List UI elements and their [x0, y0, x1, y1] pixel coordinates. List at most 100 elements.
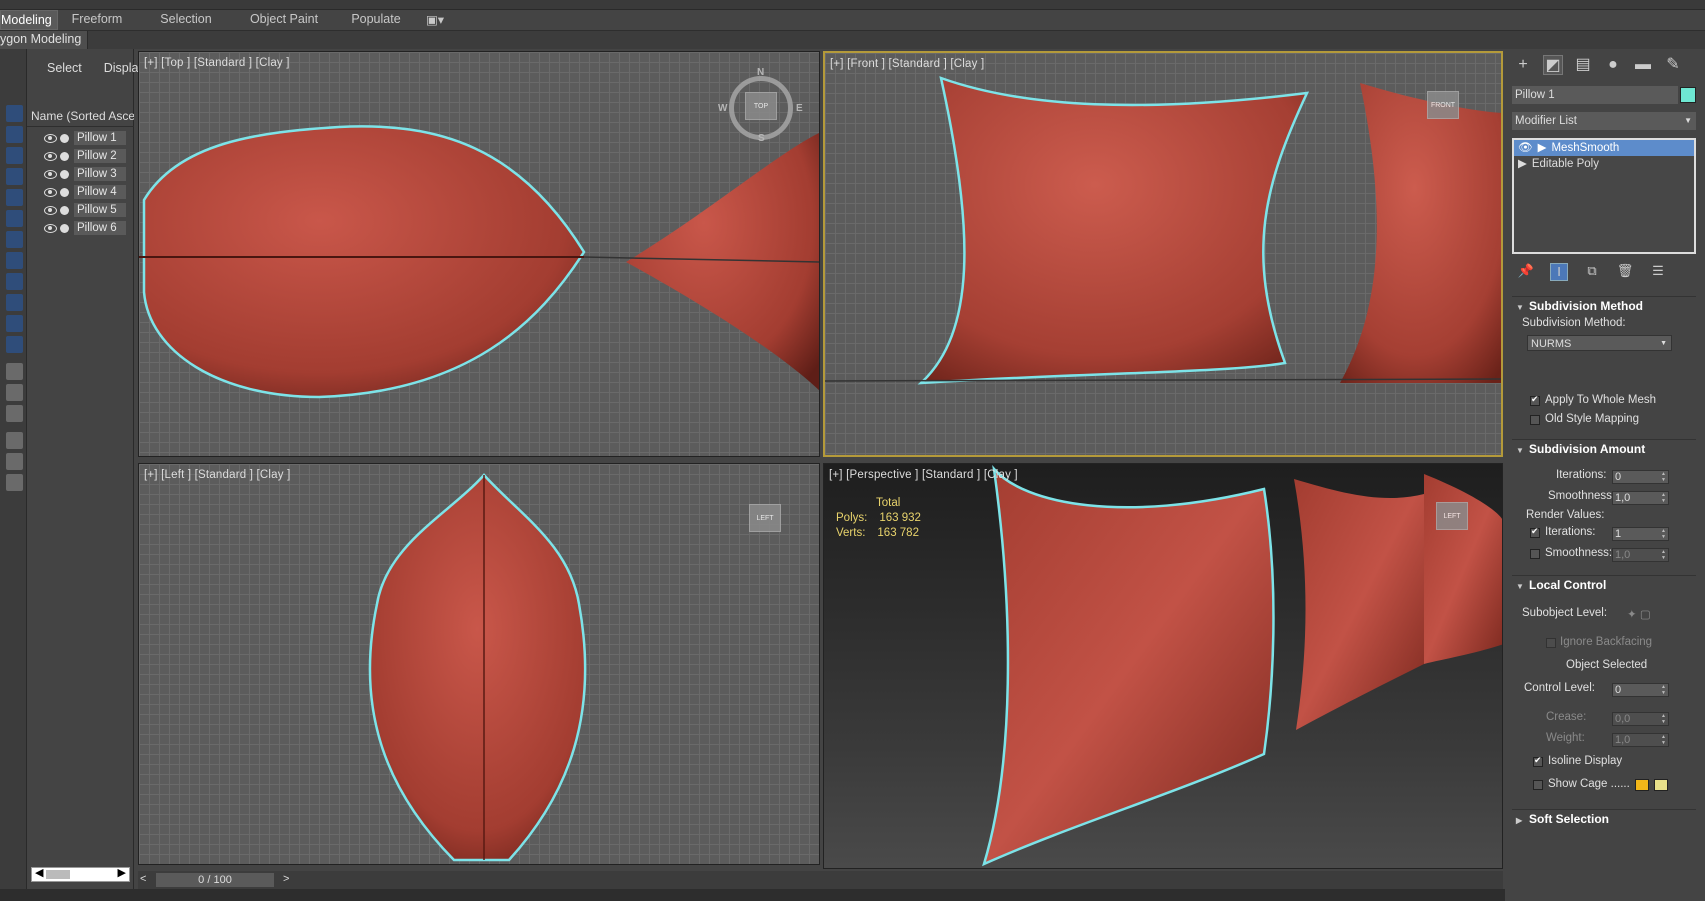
column-header-name[interactable]: Name (Sorted Ascen: [27, 109, 134, 127]
freeze-icon[interactable]: [60, 133, 69, 143]
viewcube-icon[interactable]: LEFT: [749, 504, 781, 532]
freeze-icon[interactable]: [60, 187, 69, 197]
viewport-front[interactable]: [+] [Front ] [Standard ] [Clay ] FRONT: [823, 51, 1503, 457]
viewcube-icon[interactable]: TOP: [745, 92, 777, 120]
display-containers-icon[interactable]: [6, 294, 23, 311]
cage-color-swatch[interactable]: [1635, 779, 1649, 791]
eye-icon[interactable]: 👁: [1518, 140, 1533, 156]
object-name[interactable]: Pillow 3: [74, 167, 126, 181]
crease-spinner[interactable]: 0,0: [1612, 712, 1669, 726]
tab-modeling[interactable]: Modeling: [0, 10, 58, 30]
modify-tab-icon[interactable]: ◩: [1543, 55, 1563, 75]
tab-object-paint[interactable]: Object Paint: [236, 10, 332, 30]
object-name[interactable]: Pillow 1: [74, 131, 126, 145]
scroll-thumb[interactable]: [46, 870, 70, 879]
freeze-icon[interactable]: [60, 205, 69, 215]
object-name[interactable]: Pillow 2: [74, 149, 126, 163]
object-name[interactable]: Pillow 5: [74, 203, 126, 217]
tab-populate[interactable]: Populate: [332, 10, 420, 30]
viewport-label[interactable]: [+] [Perspective ] [Standard ] [Clay ]: [829, 469, 1018, 481]
rollout-subdivision-amount[interactable]: ▼ Subdivision Amount: [1512, 439, 1696, 457]
pillow-shape[interactable]: [368, 473, 587, 862]
list-item[interactable]: Pillow 5: [43, 201, 134, 219]
menu-select[interactable]: Select: [47, 61, 82, 75]
isoline-display-checkbox[interactable]: [1533, 755, 1543, 767]
show-cage-checkbox[interactable]: [1533, 780, 1543, 790]
tab-selection[interactable]: Selection: [136, 10, 236, 30]
motion-tab-icon[interactable]: ●: [1603, 55, 1623, 75]
stack-item-editable-poly[interactable]: ▶ Editable Poly: [1514, 156, 1694, 172]
pillow-shape[interactable]: [1294, 479, 1424, 730]
smoothness-spinner[interactable]: 1,0: [1612, 491, 1669, 505]
display-hidden-icon[interactable]: [6, 336, 23, 353]
object-name[interactable]: Pillow 6: [74, 221, 126, 235]
apply-whole-mesh-checkbox[interactable]: [1530, 394, 1540, 406]
control-level-spinner[interactable]: 0: [1612, 683, 1669, 697]
pillow-shape[interactable]: [917, 76, 1310, 385]
layer-icon[interactable]: [6, 474, 23, 491]
track-bar[interactable]: [0, 889, 1705, 901]
eye-icon[interactable]: [43, 133, 57, 143]
pillow-shape[interactable]: [142, 125, 586, 399]
list-item[interactable]: Pillow 6: [43, 219, 134, 237]
horizontal-scrollbar[interactable]: ◀ ▶: [31, 867, 130, 882]
eye-icon[interactable]: [43, 205, 57, 215]
viewport-top[interactable]: [+] [Top ] [Standard ] [Clay ] N S E W T…: [138, 51, 820, 457]
display-helpers-icon[interactable]: [6, 189, 23, 206]
render-smoothness-spinner[interactable]: 1,0: [1612, 548, 1669, 562]
utilities-tab-icon[interactable]: ✎: [1663, 55, 1683, 75]
display-none-icon[interactable]: [6, 384, 23, 401]
display-spacewarps-icon[interactable]: [6, 210, 23, 227]
freeze-icon[interactable]: [60, 151, 69, 161]
object-color-swatch[interactable]: [1680, 87, 1696, 103]
viewport-label[interactable]: [+] [Front ] [Standard ] [Clay ]: [830, 58, 984, 70]
show-end-result-icon[interactable]: I: [1550, 263, 1568, 281]
rollout-soft-selection[interactable]: ▶ Soft Selection: [1512, 809, 1696, 827]
display-tab-icon[interactable]: ▬: [1633, 55, 1653, 75]
list-item[interactable]: Pillow 1: [43, 129, 134, 147]
expand-icon[interactable]: ▶: [1518, 156, 1527, 172]
display-invert-icon[interactable]: [6, 405, 23, 422]
iterations-spinner[interactable]: 0: [1612, 470, 1669, 484]
cage-selection-color-swatch[interactable]: [1654, 779, 1668, 791]
weight-spinner[interactable]: 1,0: [1612, 733, 1669, 747]
scroll-right-icon[interactable]: ▶: [118, 866, 126, 879]
list-item[interactable]: Pillow 3: [43, 165, 134, 183]
ignore-backfacing-checkbox[interactable]: [1546, 638, 1556, 648]
display-geometry-icon[interactable]: [6, 105, 23, 122]
viewport-left[interactable]: [+] [Left ] [Standard ] [Clay ] LEFT: [138, 463, 820, 865]
object-name[interactable]: Pillow 4: [74, 185, 126, 199]
viewport-perspective[interactable]: [+] [Perspective ] [Standard ] [Clay ] T…: [823, 463, 1503, 869]
rollout-local-control[interactable]: ▼ Local Control: [1512, 575, 1696, 593]
viewport-label[interactable]: [+] [Top ] [Standard ] [Clay ]: [144, 57, 290, 69]
configure-sets-icon[interactable]: ☰: [1649, 263, 1667, 281]
hierarchy-tab-icon[interactable]: ▤: [1573, 55, 1593, 75]
display-lights-icon[interactable]: [6, 147, 23, 164]
old-style-mapping-checkbox[interactable]: [1530, 415, 1540, 425]
display-all-icon[interactable]: [6, 363, 23, 380]
sync-selection-icon[interactable]: [6, 432, 23, 449]
render-iterations-spinner[interactable]: 1: [1612, 527, 1669, 541]
time-slider-thumb[interactable]: 0 / 100: [156, 873, 274, 887]
tab-freeform[interactable]: Freeform: [58, 10, 136, 30]
eye-icon[interactable]: [43, 223, 57, 233]
eye-icon[interactable]: [43, 169, 57, 179]
eye-icon[interactable]: [43, 187, 57, 197]
display-cameras-icon[interactable]: [6, 168, 23, 185]
viewcube-icon[interactable]: FRONT: [1427, 91, 1459, 119]
display-frozen-icon[interactable]: [6, 315, 23, 332]
stack-item-meshsmooth[interactable]: 👁 ▶ MeshSmooth: [1514, 140, 1694, 156]
create-tab-icon[interactable]: +: [1513, 55, 1533, 75]
rollout-subdivision-method[interactable]: ▼ Subdivision Method: [1512, 296, 1696, 314]
list-item[interactable]: Pillow 2: [43, 147, 134, 165]
render-iterations-checkbox[interactable]: [1530, 526, 1540, 538]
polygon-modeling-label[interactable]: ygon Modeling: [0, 31, 89, 49]
modifier-list-dropdown[interactable]: Modifier List: [1512, 112, 1696, 130]
time-slider[interactable]: < 0 / 100 >: [138, 871, 1503, 889]
eye-icon[interactable]: [43, 151, 57, 161]
render-smoothness-checkbox[interactable]: [1530, 549, 1540, 559]
prev-frame-button[interactable]: <: [140, 873, 152, 887]
ribbon-options-icon[interactable]: ▣▾: [420, 10, 450, 30]
pillow-shape[interactable]: [1340, 83, 1503, 384]
list-item[interactable]: Pillow 4: [43, 183, 134, 201]
